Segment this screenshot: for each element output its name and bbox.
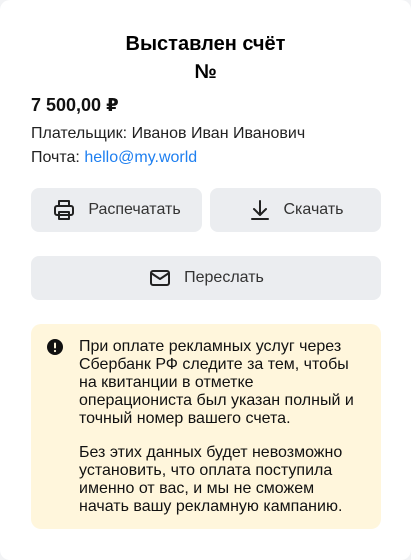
forward-button-label: Переслать <box>184 269 264 286</box>
exclamation-circle-icon <box>47 339 63 355</box>
invoice-card: Выставлен счёт № 7 500,00 ₽ Плательщик: … <box>0 0 411 560</box>
page-title: Выставлен счёт № <box>0 30 411 86</box>
payer-row: Плательщик: Иванов Иван Иванович <box>31 124 305 144</box>
print-button[interactable]: Распечатать <box>31 188 202 232</box>
printer-icon <box>52 198 76 222</box>
email-label: Почта: <box>31 149 80 166</box>
title-invoice-number: № <box>194 61 217 83</box>
notice-paragraph-2: Без этих данных будет невозможно установ… <box>79 444 343 515</box>
email-link[interactable]: hello@my.world <box>84 149 197 166</box>
download-button-label: Скачать <box>283 201 344 218</box>
payer-label: Плательщик: <box>31 125 128 142</box>
download-icon <box>248 198 272 222</box>
notice-paragraph-1: При оплате рекламных услуг через Сбербан… <box>79 338 354 427</box>
email-row: Почта: hello@my.world <box>31 148 197 168</box>
payer-name: Иванов Иван Иванович <box>131 125 306 142</box>
forward-button[interactable]: Переслать <box>31 256 381 300</box>
download-button[interactable]: Скачать <box>210 188 381 232</box>
mail-icon <box>148 266 172 290</box>
print-button-label: Распечатать <box>88 201 181 218</box>
invoice-amount: 7 500,00 ₽ <box>31 95 119 115</box>
payment-notice: При оплате рекламных услуг через Сбербан… <box>31 324 381 529</box>
title-line-1: Выставлен счёт <box>125 33 286 55</box>
